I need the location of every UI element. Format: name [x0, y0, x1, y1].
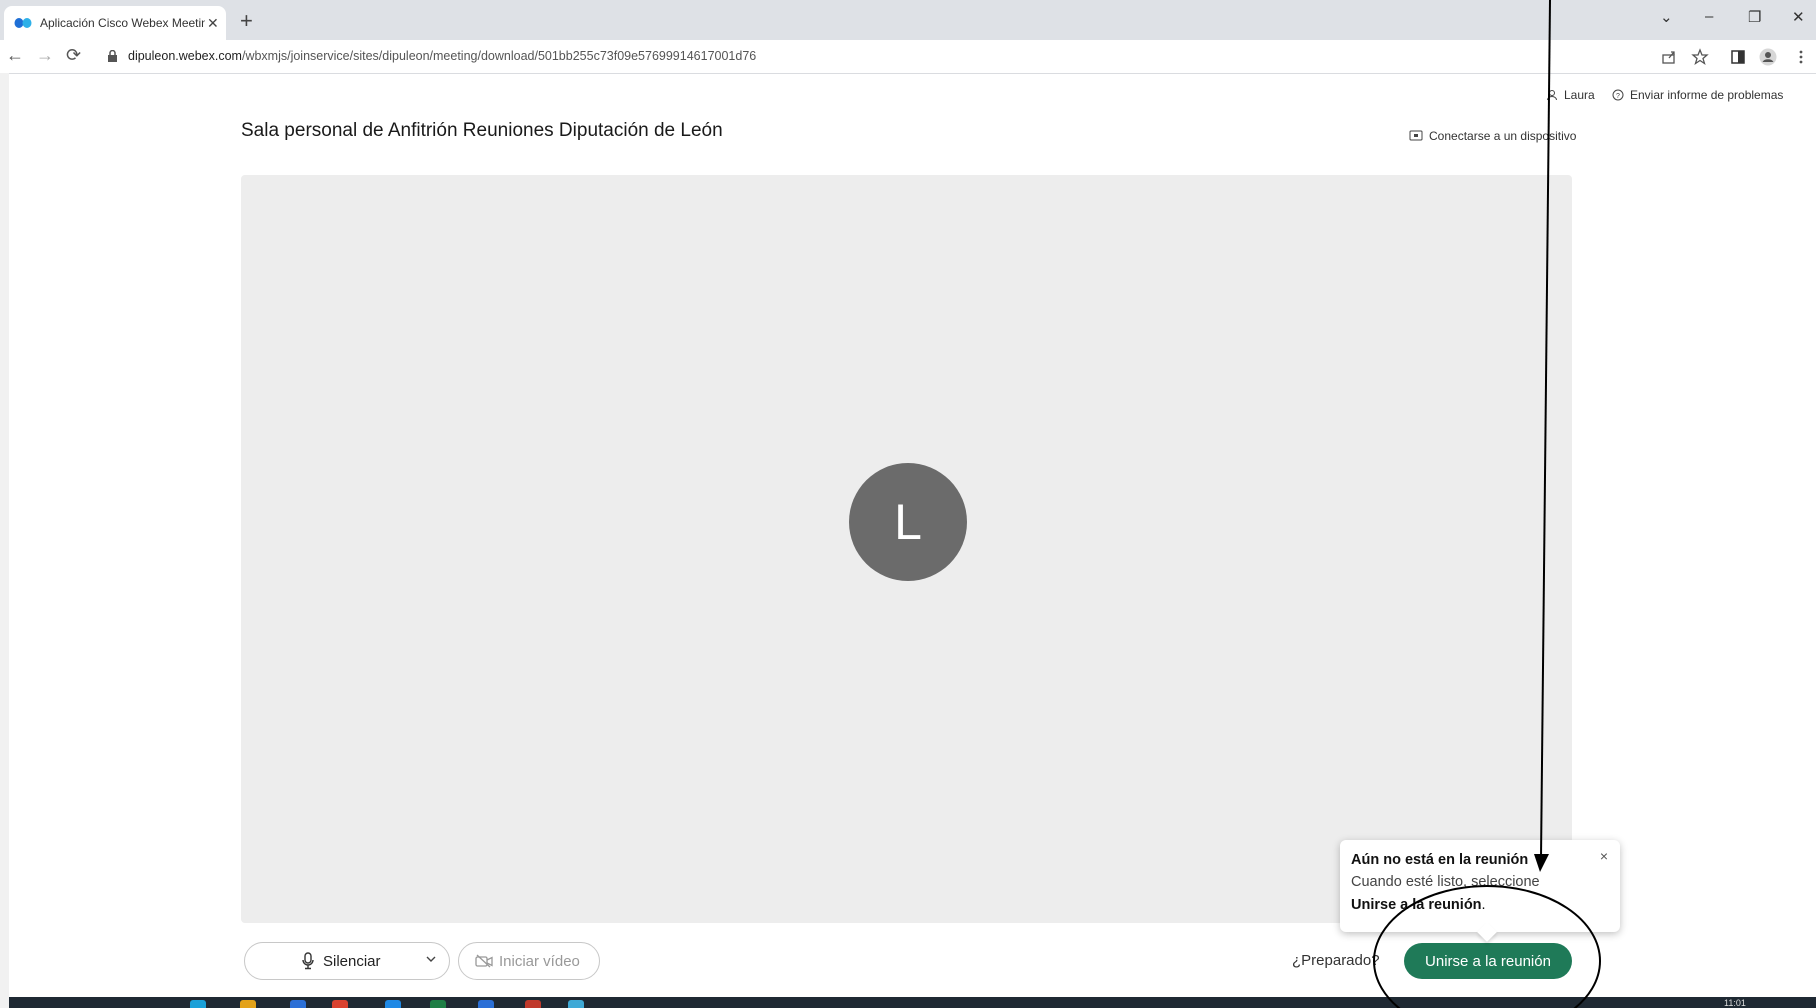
- user-menu[interactable]: Laura: [1546, 88, 1595, 102]
- page-title: Sala personal de Anfitrión Reuniones Dip…: [241, 120, 723, 141]
- chevron-down-icon[interactable]: [425, 953, 437, 965]
- start-video-label: Iniciar vídeo: [499, 952, 580, 970]
- taskbar-app-icon[interactable]: [568, 1000, 584, 1008]
- help-circle-icon: ?: [1612, 89, 1624, 101]
- taskbar-app-icon[interactable]: [525, 1000, 541, 1008]
- left-edge-strip: [0, 73, 9, 1008]
- share-icon[interactable]: [1660, 48, 1678, 66]
- connect-device-label: Conectarse a un dispositivo: [1429, 129, 1577, 143]
- device-icon: [1409, 130, 1423, 141]
- tooltip-tail: [1477, 922, 1497, 942]
- reload-button[interactable]: ⟳: [66, 45, 81, 66]
- taskbar-clock: 11:01: [1724, 998, 1746, 1008]
- connect-device-link[interactable]: Conectarse a un dispositivo: [1409, 129, 1576, 143]
- tooltip-join-bold: Unirse a la reunión: [1351, 897, 1482, 913]
- ready-text: ¿Preparado?: [1292, 952, 1380, 969]
- microphone-icon: [302, 952, 314, 970]
- tooltip-period: .: [1481, 897, 1486, 913]
- taskbar-app-icon[interactable]: [478, 1000, 494, 1008]
- user-name: Laura: [1564, 88, 1595, 102]
- address-bar-row: ← → ⟳ dipuleon.webex.com/wbxmjs/joinserv…: [0, 40, 1816, 74]
- minimize-button[interactable]: –: [1705, 8, 1713, 25]
- video-off-icon: [475, 954, 493, 968]
- restore-button[interactable]: ❐: [1748, 8, 1761, 26]
- url-field[interactable]: dipuleon.webex.com/wbxmjs/joinservice/si…: [128, 49, 756, 63]
- window-close-button[interactable]: ✕: [1792, 8, 1805, 26]
- tooltip-line-2: Unirse a la reunión.: [1351, 897, 1486, 913]
- mute-button[interactable]: Silenciar: [244, 942, 450, 980]
- back-button[interactable]: ←: [6, 45, 24, 66]
- taskbar-app-icon[interactable]: [290, 1000, 306, 1008]
- url-host: dipuleon.webex.com: [128, 49, 242, 63]
- tab-search-icon[interactable]: ⌄: [1660, 8, 1673, 26]
- avatar: L: [849, 463, 967, 581]
- join-meeting-button[interactable]: Unirse a la reunión: [1404, 943, 1572, 979]
- browser-tab-strip: Aplicación Cisco Webex Meeting ✕ + ⌄ – ❐…: [0, 0, 1816, 40]
- taskbar-app-icon[interactable]: [385, 1000, 401, 1008]
- profile-icon[interactable]: [1759, 48, 1777, 66]
- lock-icon: [108, 50, 117, 62]
- tab-close-icon[interactable]: ✕: [207, 15, 219, 32]
- taskbar-app-icon[interactable]: [190, 1000, 206, 1008]
- side-panel-icon[interactable]: [1729, 48, 1747, 66]
- forward-button[interactable]: →: [36, 45, 54, 66]
- taskbar-app-icon[interactable]: [430, 1000, 446, 1008]
- browser-tab[interactable]: Aplicación Cisco Webex Meeting ✕: [4, 6, 226, 40]
- video-preview: L: [241, 175, 1572, 923]
- join-hint-tooltip: Aún no está en la reunión Cuando esté li…: [1340, 840, 1620, 942]
- report-problem-link[interactable]: ? Enviar informe de problemas: [1612, 88, 1783, 102]
- tab-title: Aplicación Cisco Webex Meeting: [40, 16, 205, 30]
- user-icon: [1547, 90, 1557, 101]
- new-tab-button[interactable]: +: [240, 8, 253, 34]
- start-video-button[interactable]: Iniciar vídeo: [458, 942, 600, 980]
- svg-text:?: ?: [1616, 93, 1620, 100]
- mute-label: Silenciar: [323, 952, 381, 970]
- webex-logo-icon: [14, 18, 32, 28]
- tooltip-line-1: Cuando esté listo, seleccione: [1351, 874, 1540, 890]
- taskbar-app-icon[interactable]: [332, 1000, 348, 1008]
- os-taskbar: [9, 997, 1816, 1008]
- bookmark-star-icon[interactable]: [1691, 48, 1709, 66]
- taskbar-app-icon[interactable]: [240, 1000, 256, 1008]
- menu-kebab-icon[interactable]: [1792, 48, 1810, 66]
- tooltip-close-icon[interactable]: ×: [1600, 848, 1608, 864]
- url-path: /wbxmjs/joinservice/sites/dipuleon/meeti…: [241, 49, 757, 63]
- tooltip-heading: Aún no está en la reunión: [1351, 852, 1529, 868]
- report-problem-label: Enviar informe de problemas: [1630, 88, 1784, 102]
